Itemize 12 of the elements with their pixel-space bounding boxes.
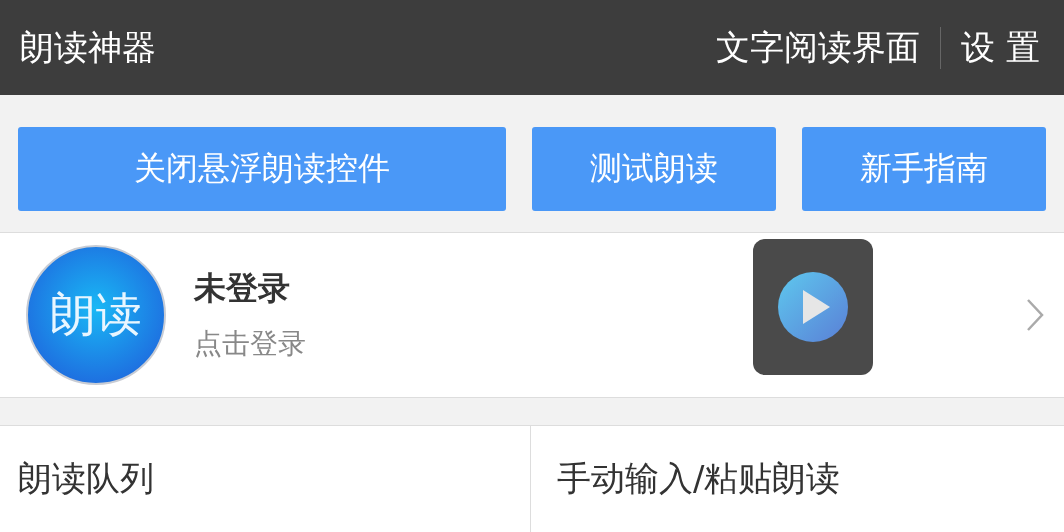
app-title: 朗读神器 <box>20 25 157 69</box>
floating-play-widget[interactable] <box>753 239 873 375</box>
menu-item[interactable]: 手动输入/粘贴朗读 <box>531 426 1064 532</box>
toolbar-action[interactable]: 文字阅读界面 <box>696 24 941 71</box>
login-hint: 点击登录 <box>194 326 306 362</box>
chevron-right-icon <box>1026 298 1044 332</box>
login-row[interactable]: 朗读 未登录 点击登录 <box>0 232 1064 398</box>
toolbar-action[interactable]: 设 置 <box>941 24 1044 71</box>
user-name: 未登录 <box>194 268 290 309</box>
play-icon <box>778 272 848 342</box>
avatar-logo: 朗读 <box>26 245 166 385</box>
menu-item[interactable]: 朗读队列 <box>0 426 531 532</box>
